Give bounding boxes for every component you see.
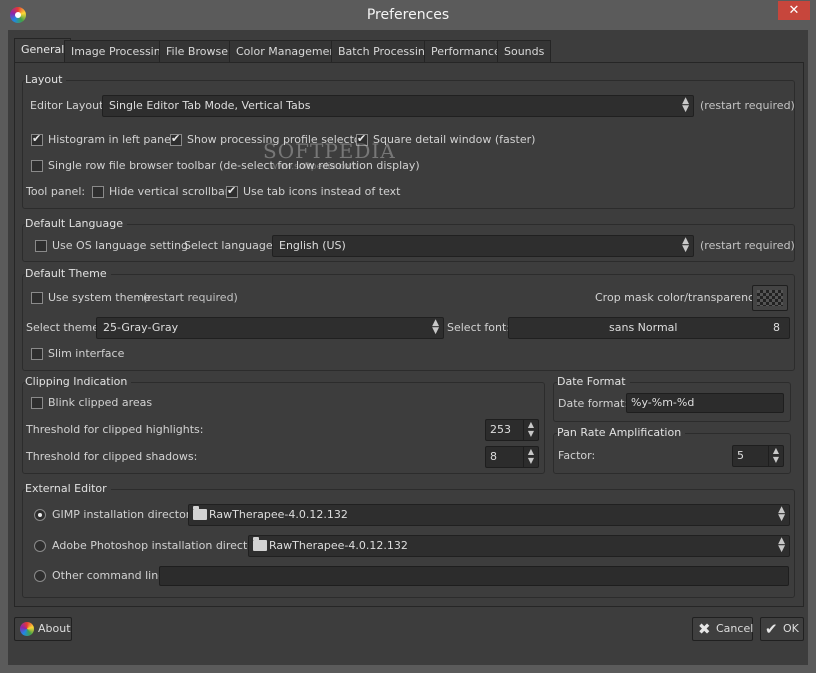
use-os-language-label: Use OS language setting [52, 239, 189, 252]
external-editor-title: External Editor [25, 482, 111, 495]
font-select-button[interactable]: sans Normal 8 [508, 317, 790, 339]
hide-scrollbar-label: Hide vertical scrollbar [109, 185, 230, 198]
theme-restart-note: (restart required) [143, 291, 238, 304]
shadows-threshold-label: Threshold for clipped shadows: [26, 450, 198, 463]
theme-select[interactable]: 25-Gray-Gray ▲ ▼ [96, 317, 444, 339]
tab-general[interactable]: General [14, 38, 72, 64]
chevron-updown-icon: ▲ ▼ [682, 236, 689, 254]
single-row-toolbar-checkbox[interactable] [31, 160, 43, 172]
highlights-threshold-value: 253 [490, 423, 511, 436]
blink-clipped-checkbox[interactable] [31, 397, 43, 409]
crop-mask-label: Crop mask color/transparency: [595, 291, 764, 304]
chevron-updown-icon: ▲ ▼ [778, 505, 785, 523]
select-theme-label: Select theme: [26, 321, 103, 334]
pan-rate-factor-label: Factor: [558, 449, 596, 462]
date-format-input[interactable]: %y-%m-%d [626, 393, 784, 413]
folder-icon [193, 506, 207, 520]
highlights-threshold-label: Threshold for clipped highlights: [26, 423, 204, 436]
about-button[interactable]: About [14, 617, 72, 641]
slim-interface-label: Slim interface [48, 347, 125, 360]
other-command-input[interactable] [159, 566, 789, 586]
other-command-label: Other command line: [52, 569, 169, 582]
editor-layout-label: Editor Layout: [30, 99, 108, 112]
blink-clipped-label: Blink clipped areas [48, 396, 153, 409]
pan-rate-factor-value: 5 [737, 449, 744, 462]
chevron-updown-icon: ▲ ▼ [432, 318, 439, 336]
layout-title: Layout [25, 73, 67, 86]
gimp-directory-value: RawTherapee-4.0.12.132 [209, 508, 348, 521]
photoshop-radio[interactable] [34, 540, 46, 552]
folder-icon [253, 537, 267, 551]
profile-selector-checkbox[interactable] [170, 132, 182, 146]
other-command-radio[interactable] [34, 570, 46, 582]
date-format-title: Date Format [557, 375, 630, 388]
use-system-theme-checkbox[interactable] [31, 292, 43, 304]
tab-batch-processing[interactable]: Batch Processing [331, 40, 439, 63]
histogram-left-label: Histogram in left panel [48, 133, 174, 146]
highlights-threshold-spinner[interactable]: 253 ▲ ▼ [485, 419, 539, 441]
shadows-threshold-spinner[interactable]: 8 ▲ ▼ [485, 446, 539, 468]
check-icon: ✔ [765, 620, 778, 638]
photoshop-directory-value: RawTherapee-4.0.12.132 [269, 539, 408, 552]
editor-layout-restart-note: (restart required) [700, 99, 795, 112]
editor-layout-select[interactable]: Single Editor Tab Mode, Vertical Tabs ▲ ▼ [102, 95, 694, 117]
x-icon: ✖ [698, 620, 711, 638]
use-system-theme-label: Use system theme [48, 291, 151, 304]
chevron-updown-icon: ▲ ▼ [682, 96, 689, 114]
chevron-updown-icon: ▲ ▼ [778, 536, 785, 554]
gimp-radio[interactable] [34, 509, 46, 521]
use-os-language-checkbox[interactable] [35, 240, 47, 252]
language-select[interactable]: English (US) ▲ ▼ [272, 235, 694, 257]
clipping-title: Clipping Indication [25, 375, 132, 388]
crop-mask-color-button[interactable] [752, 285, 788, 311]
editor-layout-value: Single Editor Tab Mode, Vertical Tabs [109, 99, 311, 112]
hide-scrollbar-checkbox[interactable] [92, 186, 104, 198]
tab-icons-checkbox[interactable] [226, 184, 238, 198]
select-language-label: Select language: [184, 239, 277, 252]
tab-icons-label: Use tab icons instead of text [243, 185, 401, 198]
spinner-arrows-icon[interactable]: ▲ ▼ [523, 447, 538, 467]
spinner-arrows-icon[interactable]: ▲ ▼ [768, 446, 783, 466]
gimp-directory-chooser[interactable]: RawTherapee-4.0.12.132 ▲ ▼ [188, 504, 790, 526]
language-restart-note: (restart required) [700, 239, 795, 252]
square-detail-label: Square detail window (faster) [373, 133, 536, 146]
theme-value: 25-Gray-Gray [103, 321, 179, 334]
font-value: sans Normal [609, 321, 678, 334]
rawtherapee-icon [20, 622, 34, 636]
softpedia-watermark: SOFTPEDIA [263, 139, 396, 163]
about-label: About [38, 622, 71, 635]
date-format-label: Date format: [558, 397, 629, 410]
ok-button[interactable]: ✔ OK [760, 617, 804, 641]
tab-sounds[interactable]: Sounds [497, 40, 552, 63]
softpedia-watermark-url: www.softpedia.com [270, 162, 358, 172]
histogram-left-checkbox[interactable] [31, 132, 43, 146]
select-font-label: Select font: [447, 321, 511, 334]
photoshop-directory-label: Adobe Photoshop installation directory: [52, 539, 268, 552]
cancel-button[interactable]: ✖ Cancel [692, 617, 753, 641]
slim-interface-checkbox[interactable] [31, 348, 43, 360]
language-title: Default Language [25, 217, 127, 230]
pan-rate-title: Pan Rate Amplification [557, 426, 686, 439]
window-title: Preferences [366, 7, 450, 23]
tab-file-browser[interactable]: File Browser [159, 40, 240, 63]
font-size-value: 8 [773, 321, 780, 334]
ok-label: OK [783, 622, 799, 635]
pan-rate-factor-spinner[interactable]: 5 ▲ ▼ [732, 445, 784, 467]
tab-performance[interactable]: Performance [424, 40, 508, 63]
date-format-value: %y-%m-%d [631, 396, 695, 409]
language-value: English (US) [279, 239, 346, 252]
spinner-arrows-icon[interactable]: ▲ ▼ [523, 420, 538, 440]
shadows-threshold-value: 8 [490, 450, 497, 463]
cancel-label: Cancel [716, 622, 754, 635]
theme-title: Default Theme [25, 267, 111, 280]
tool-panel-label: Tool panel: [26, 185, 86, 198]
tab-color-management[interactable]: Color Management [229, 40, 348, 63]
photoshop-directory-chooser[interactable]: RawTherapee-4.0.12.132 ▲ ▼ [248, 535, 790, 557]
gimp-directory-label: GIMP installation directory: [52, 508, 200, 521]
close-button[interactable]: ✕ [778, 1, 810, 20]
